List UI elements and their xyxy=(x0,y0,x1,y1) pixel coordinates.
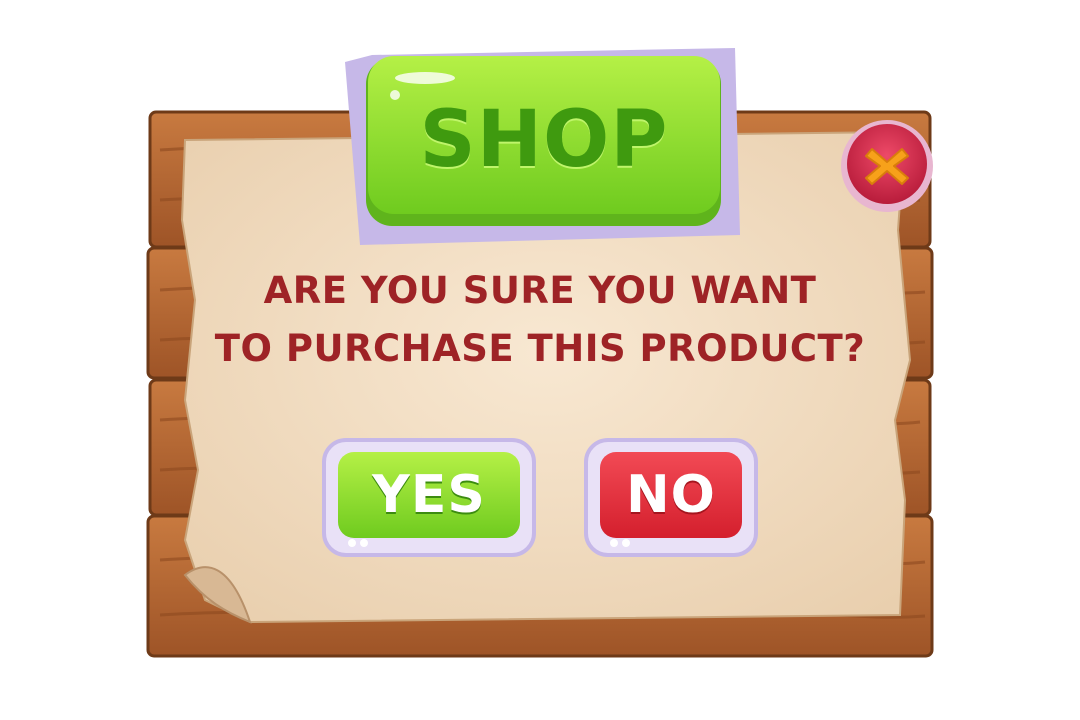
question-line-2: to purchase this product? xyxy=(214,327,866,370)
question-line-1: Are you sure you want xyxy=(263,269,817,312)
yes-button[interactable]: YES xyxy=(338,452,520,538)
shop-title: SHOP xyxy=(419,95,669,185)
confirmation-question: Are you sure you want to purchase this p… xyxy=(200,262,880,378)
close-button[interactable] xyxy=(832,118,942,218)
no-button[interactable]: NO xyxy=(600,452,742,538)
shop-dialog: SHOP Are you sure you want to purchase t… xyxy=(0,0,1080,720)
